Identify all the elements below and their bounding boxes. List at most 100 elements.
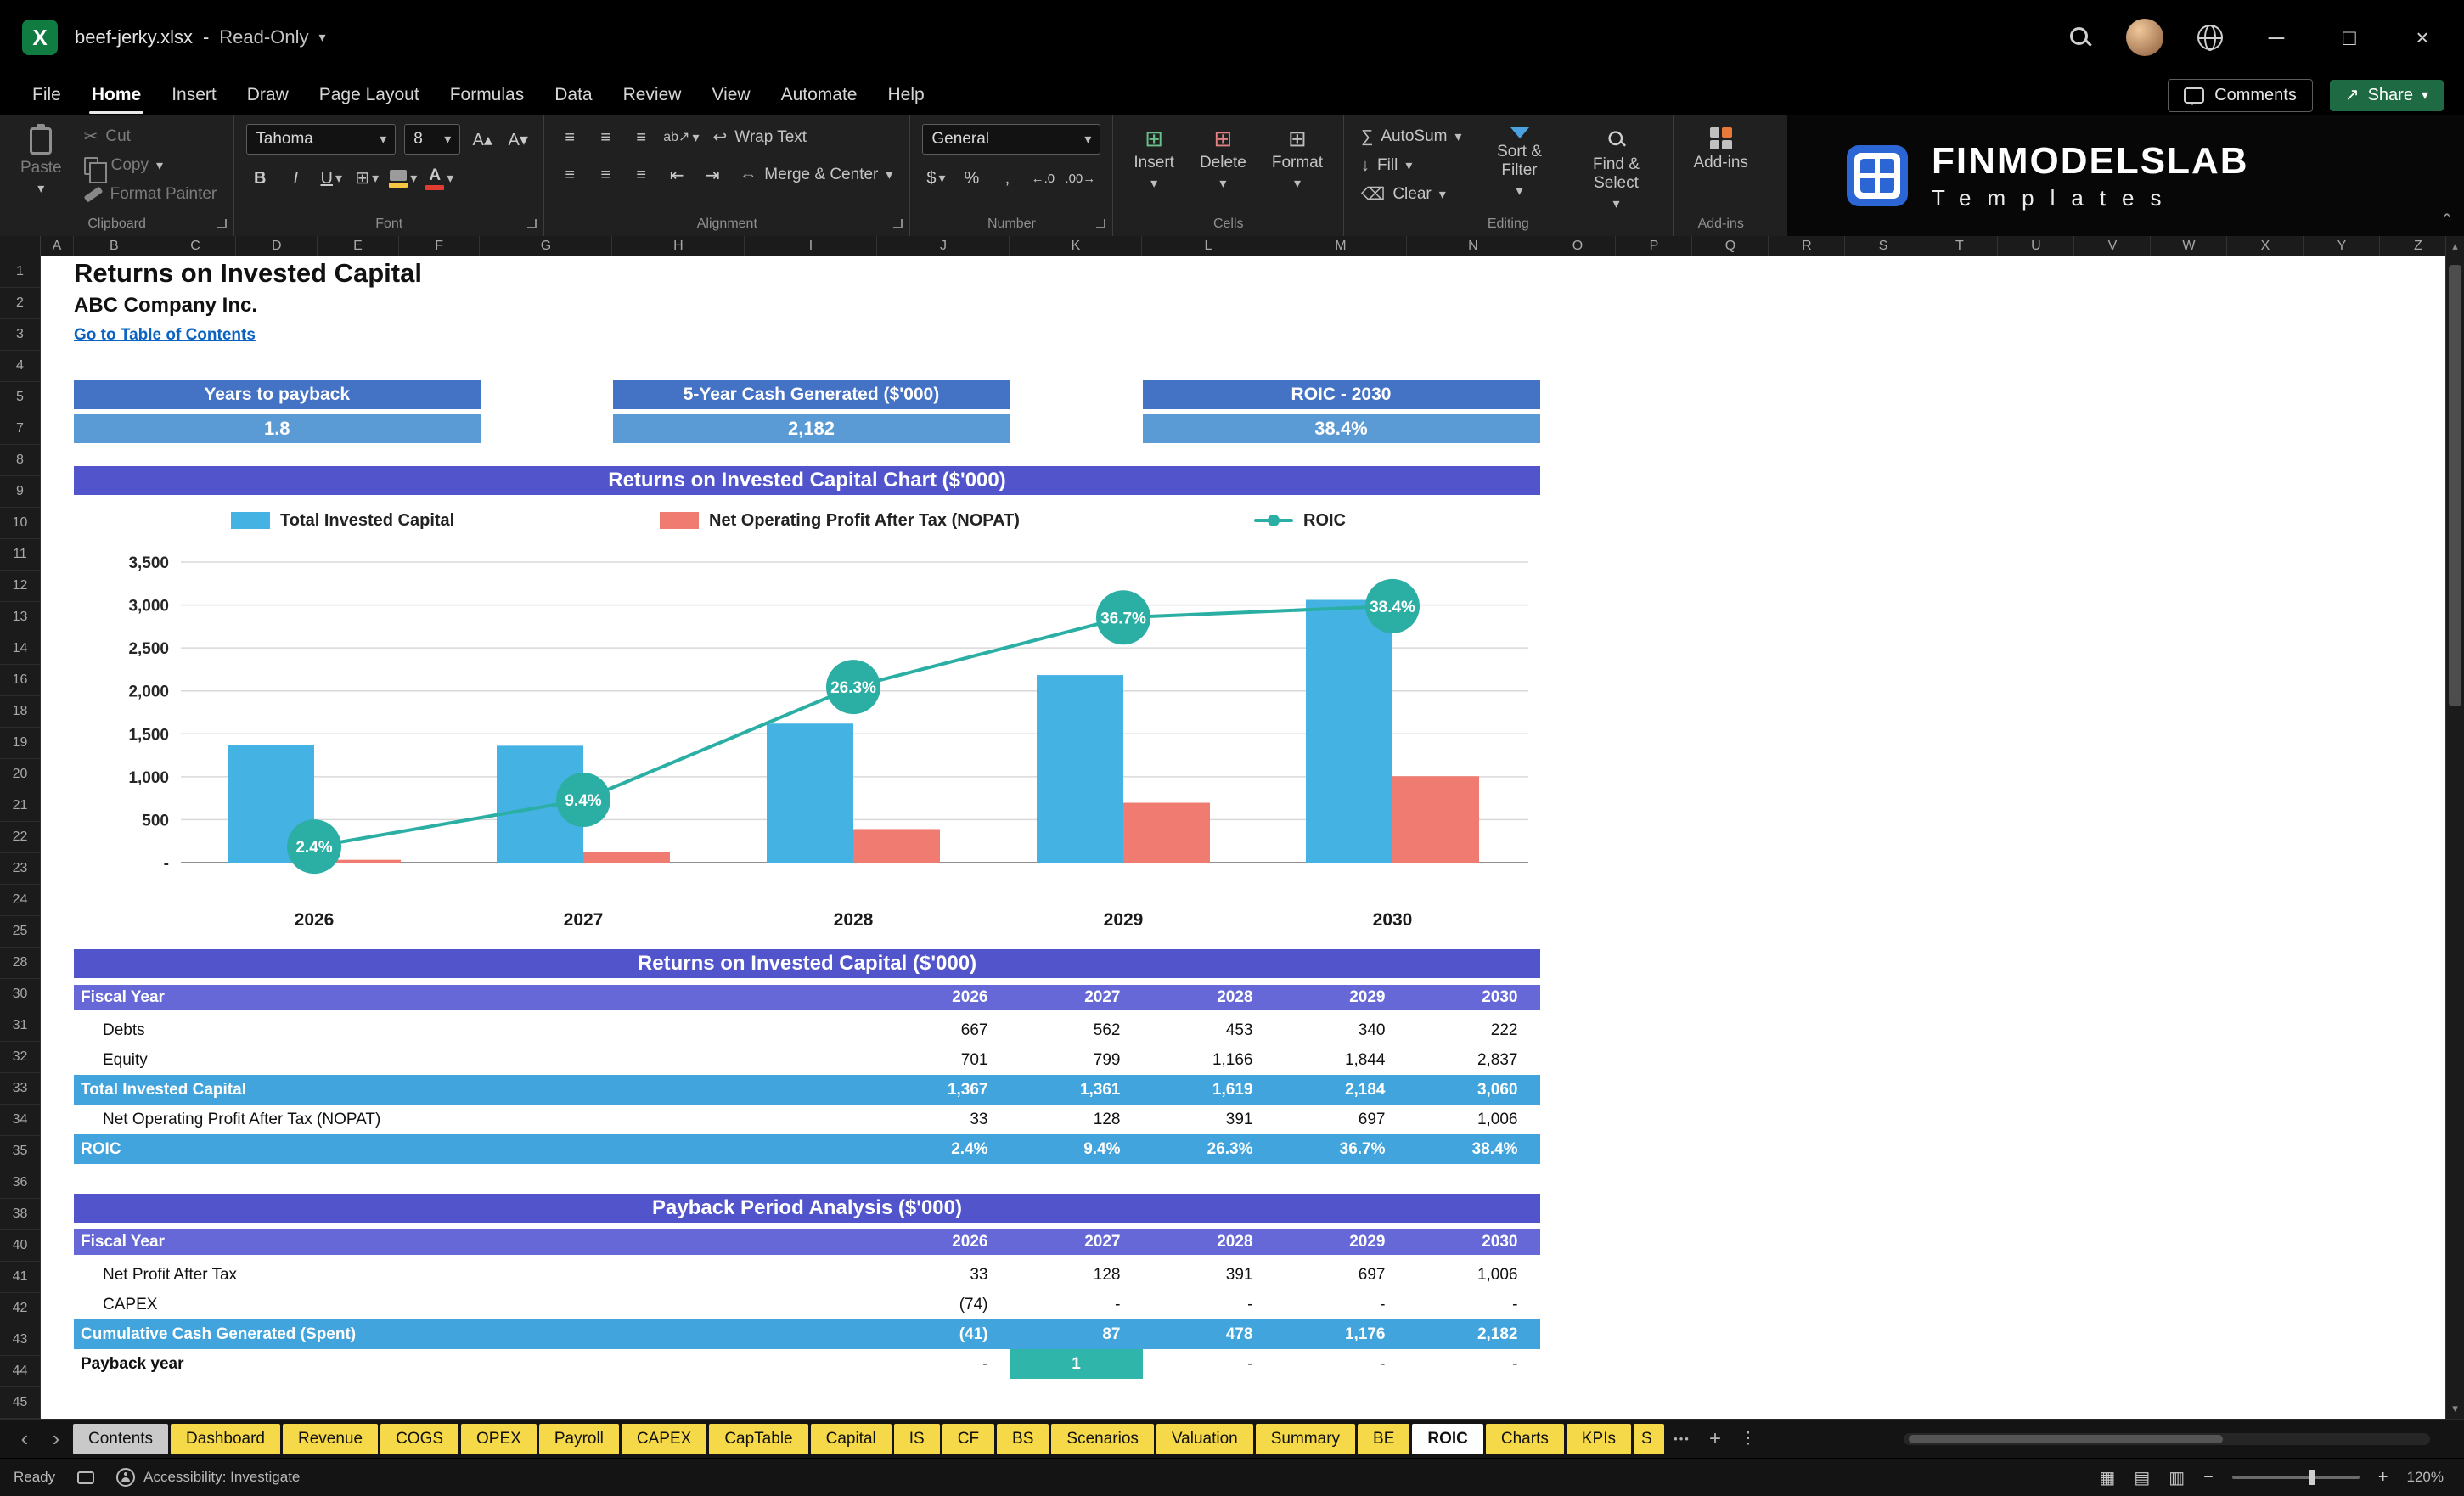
value-cell[interactable]: 697 [1275, 1260, 1408, 1290]
select-all-corner[interactable] [0, 236, 41, 256]
column-header-D[interactable]: D [236, 236, 318, 256]
column-header-G[interactable]: G [480, 236, 613, 256]
row-header-13[interactable]: 13 [0, 602, 40, 633]
column-header-O[interactable]: O [1539, 236, 1617, 256]
column-header-U[interactable]: U [1998, 236, 2075, 256]
row-header-31[interactable]: 31 [0, 1010, 40, 1042]
alignment-dialog-launcher[interactable] [893, 219, 903, 228]
page-layout-view-button[interactable]: ▤ [2134, 1467, 2150, 1488]
value-cell[interactable]: 87 [1010, 1319, 1143, 1349]
orientation-button[interactable]: ab↗ ▾ [663, 124, 699, 151]
collapse-ribbon-icon[interactable]: ˆ [2444, 211, 2450, 234]
column-header-S[interactable]: S [1845, 236, 1922, 256]
paste-button[interactable]: Paste ▾ [12, 124, 70, 200]
value-cell[interactable]: 799 [1010, 1045, 1143, 1075]
row-header-32[interactable]: 32 [0, 1042, 40, 1073]
row-header-5[interactable]: 5 [0, 382, 40, 413]
row-header-20[interactable]: 20 [0, 759, 40, 790]
scroll-up-icon[interactable]: ▴ [2446, 236, 2464, 256]
shrink-font-button[interactable]: A▾ [504, 126, 532, 153]
value-cell[interactable]: 1,166 [1143, 1045, 1275, 1075]
row-header-33[interactable]: 33 [0, 1073, 40, 1105]
tab-options-icon[interactable]: ⋮ [1733, 1429, 1764, 1448]
menu-tab-draw[interactable]: Draw [232, 75, 304, 115]
normal-view-button[interactable]: ▦ [2099, 1467, 2115, 1488]
menu-tab-automate[interactable]: Automate [766, 75, 873, 115]
value-cell[interactable]: 9.4% [1010, 1134, 1143, 1164]
menu-tab-review[interactable]: Review [608, 75, 697, 115]
row-header-3[interactable]: 3 [0, 319, 40, 351]
vertical-scroll-thumb[interactable] [2449, 265, 2461, 706]
column-header-J[interactable]: J [877, 236, 1010, 256]
align-middle-button[interactable]: ≡ [592, 124, 619, 151]
row-header-9[interactable]: 9 [0, 476, 40, 508]
row-header-1[interactable]: 1 [0, 256, 40, 288]
menu-tab-data[interactable]: Data [539, 75, 607, 115]
payback-table-row[interactable]: CAPEX (74) - - - - [74, 1290, 1540, 1319]
row-header-7[interactable]: 7 [0, 413, 40, 445]
value-cell[interactable]: 391 [1143, 1105, 1275, 1134]
column-header-Q[interactable]: Q [1692, 236, 1769, 256]
delete-cells-button[interactable]: ⊞ Delete ▾ [1191, 124, 1255, 195]
horizontal-scrollbar[interactable] [1904, 1433, 2430, 1445]
roic-table-row[interactable]: Total Invested Capital 1,367 1,361 1,619 2,1… [74, 1075, 1540, 1105]
grow-font-button[interactable]: A▴ [469, 126, 496, 153]
format-cells-button[interactable]: ⊞ Format ▾ [1263, 124, 1331, 195]
value-cell[interactable]: 1,844 [1275, 1045, 1408, 1075]
avatar[interactable] [2126, 19, 2163, 56]
sort-filter-button[interactable]: Sort & Filter ▾ [1476, 124, 1564, 203]
value-cell[interactable]: 3,060 [1408, 1075, 1540, 1105]
fill-color-button[interactable]: ▾ [389, 165, 417, 192]
value-cell[interactable]: 340 [1275, 1015, 1408, 1045]
row-header-40[interactable]: 40 [0, 1230, 40, 1262]
copy-button[interactable]: Copy ▾ [79, 155, 222, 183]
column-header-R[interactable]: R [1769, 236, 1846, 256]
accessibility-status[interactable]: Accessibility: Investigate [116, 1468, 300, 1487]
spreadsheet-grid[interactable]: Returns on Invested Capital ABC Company … [41, 256, 2445, 1419]
row-header-23[interactable]: 23 [0, 853, 40, 885]
decrease-decimal-button[interactable]: .00→ [1065, 165, 1095, 192]
globe-icon[interactable] [2197, 24, 2223, 51]
font-color-button[interactable]: BA ▾ [425, 165, 453, 192]
row-header-14[interactable]: 14 [0, 633, 40, 665]
sheet-tab-s[interactable]: S [1633, 1423, 1664, 1454]
column-header-K[interactable]: K [1010, 236, 1143, 256]
file-title[interactable]: beef-jerky.xlsx - Read-Only ▾ [75, 26, 325, 48]
column-header-T[interactable]: T [1921, 236, 1999, 256]
clipboard-dialog-launcher[interactable] [217, 219, 228, 228]
toc-link[interactable]: Go to Table of Contents [74, 326, 256, 345]
sheet-tab-capital[interactable]: Capital [810, 1423, 892, 1454]
row-header-25[interactable]: 25 [0, 916, 40, 948]
value-cell[interactable]: 2.4% [878, 1134, 1010, 1164]
vertical-scrollbar[interactable]: ▴ ▾ [2445, 236, 2464, 1419]
menu-tab-view[interactable]: View [696, 75, 765, 115]
value-cell[interactable]: 391 [1143, 1260, 1275, 1290]
insert-cells-button[interactable]: ⊞ Insert ▾ [1125, 124, 1183, 195]
sheet-tab-capex[interactable]: CAPEX [621, 1423, 707, 1454]
value-cell[interactable]: 1,619 [1143, 1075, 1275, 1105]
payback-table-row[interactable]: Cumulative Cash Generated (Spent) (41) 87 4… [74, 1319, 1540, 1349]
row-header-22[interactable]: 22 [0, 822, 40, 853]
value-cell[interactable]: (74) [878, 1290, 1010, 1319]
font-dialog-launcher[interactable] [527, 219, 537, 228]
sheet-tab-dashboard[interactable]: Dashboard [171, 1423, 280, 1454]
value-cell[interactable]: 1,361 [1010, 1075, 1143, 1105]
column-header-B[interactable]: B [74, 236, 155, 256]
sheet-tab-bs[interactable]: BS [997, 1423, 1049, 1454]
menu-tab-formulas[interactable]: Formulas [435, 75, 540, 115]
value-cell[interactable]: 1,176 [1275, 1319, 1408, 1349]
value-cell[interactable]: 1,006 [1408, 1105, 1540, 1134]
cut-button[interactable]: ✂ Cut [79, 126, 222, 148]
value-cell[interactable]: 1 [1010, 1349, 1143, 1379]
row-header-2[interactable]: 2 [0, 288, 40, 319]
share-button[interactable]: ↗ Share ▾ [2329, 79, 2444, 111]
payback-table-row[interactable]: Net Profit After Tax 33 128 391 697 1,006 [74, 1260, 1540, 1290]
currency-button[interactable]: $ ▾ [922, 165, 949, 192]
column-header-H[interactable]: H [612, 236, 745, 256]
fill-button[interactable]: ↓ Fill ▾ [1356, 155, 1466, 177]
menu-tab-insert[interactable]: Insert [156, 75, 232, 115]
value-cell[interactable]: 26.3% [1143, 1134, 1275, 1164]
bold-button[interactable]: B [254, 169, 266, 188]
row-header-36[interactable]: 36 [0, 1167, 40, 1199]
row-header-34[interactable]: 34 [0, 1105, 40, 1136]
